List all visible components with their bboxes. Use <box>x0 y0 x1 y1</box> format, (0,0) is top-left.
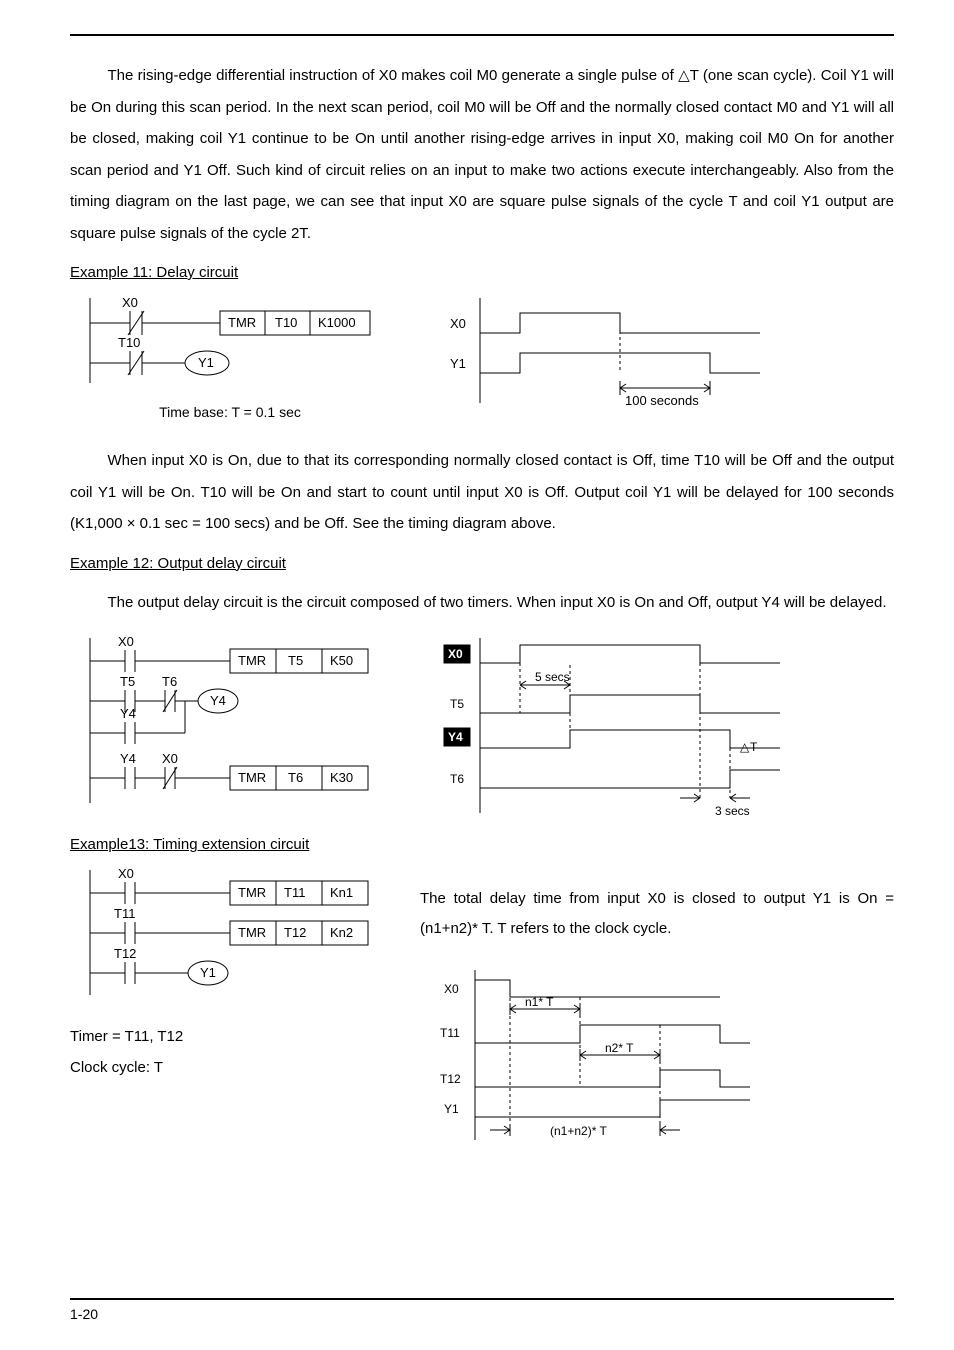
ex13-r2-i2: Kn2 <box>330 925 353 940</box>
ex12-r2-c1: T5 <box>120 674 135 689</box>
timing-ex11-label-x0: X0 <box>450 316 466 331</box>
timing-ex11-label-y1: Y1 <box>450 356 466 371</box>
ladder-ex13: X0 TMR T11 Kn1 T11 TMR T12 Kn2 <box>70 865 390 1082</box>
timing-ex13-n3: (n1+n2)* T <box>550 1124 607 1138</box>
example-11-title: Example 11: Delay circuit <box>70 264 894 281</box>
intro-paragraph: The rising-edge differential instruction… <box>70 60 894 249</box>
page-footer: 1-20 <box>70 1298 894 1322</box>
top-rule <box>70 34 894 36</box>
timing-ex11: X0 Y1 100 seconds <box>420 293 894 418</box>
ex12-r3-c1: Y4 <box>120 751 136 766</box>
ex12-r2-c2: T6 <box>162 674 177 689</box>
example-13-title: Example13: Timing extension circuit <box>70 836 894 853</box>
ex12-r2-or: Y4 <box>120 706 136 721</box>
page-number: 1-20 <box>70 1306 98 1322</box>
ex13-r3-c: T12 <box>114 946 136 961</box>
ex11-r1-i1: T10 <box>275 315 297 330</box>
ex12-r1-i0: TMR <box>238 653 266 668</box>
ex12-r2-coil: Y4 <box>210 693 226 708</box>
svg-text:△: △ <box>740 740 750 754</box>
page: The rising-edge differential instruction… <box>0 0 954 1350</box>
example-13-right: The total delay time from input X0 is cl… <box>420 865 894 1150</box>
timing-ex13-r1: T11 <box>440 1026 460 1040</box>
ex12-r1-i1: T5 <box>288 653 303 668</box>
ex11-r1-contact: X0 <box>122 295 138 310</box>
ex13-r2-i1: T12 <box>284 925 306 940</box>
timing-ex12-r1: T5 <box>450 697 464 711</box>
ex11-r1-i2: K1000 <box>318 315 356 330</box>
ex13-r1-i2: Kn1 <box>330 885 353 900</box>
ex13-timer-line: Timer = T11, T12 <box>70 1023 390 1052</box>
timing-ex12-r0: X0 <box>448 647 463 661</box>
ex13-r2-i0: TMR <box>238 925 266 940</box>
ex12-r3-i0: TMR <box>238 770 266 785</box>
example-12-figures: X0 TMR T5 K50 T5 T6 Y4 <box>70 633 894 828</box>
ex13-r2-c: T11 <box>114 906 135 921</box>
ladder-ex12: X0 TMR T5 K50 T5 T6 Y4 <box>70 633 390 813</box>
ex12-r1-i2: K50 <box>330 653 353 668</box>
example-11-figures: X0 TMR T10 K1000 T10 Y1 Time <box>70 293 894 430</box>
timing-ex13-r3: Y1 <box>444 1102 459 1116</box>
timing-ex13-r2: T12 <box>440 1072 461 1086</box>
example-13-figures: X0 TMR T11 Kn1 T11 TMR T12 Kn2 <box>70 865 894 1150</box>
example-12-title: Example 12: Output delay circuit <box>70 555 894 572</box>
ex11-r2-contact: T10 <box>118 335 140 350</box>
ex13-r3-coil: Y1 <box>200 965 216 980</box>
ex13-paragraph: The total delay time from input X0 is cl… <box>420 884 894 944</box>
ex13-r1-i0: TMR <box>238 885 266 900</box>
timing-ex13-n1: n1* T <box>525 995 554 1009</box>
ex13-clock-line: Clock cycle: T <box>70 1054 390 1083</box>
ex12-r3-i2: K30 <box>330 770 353 785</box>
timing-ex13-r0: X0 <box>444 982 459 996</box>
ex11-r1-i0: TMR <box>228 315 256 330</box>
timing-ex12-note-bottom: 3 secs <box>715 804 750 818</box>
timing-ex12-r2: Y4 <box>448 730 463 744</box>
timing-ex13-n2: n2* T <box>605 1041 634 1055</box>
timing-ex12: X0 5 secs T5 Y4 △ T T6 <box>420 633 894 828</box>
timing-ex12-r3: T6 <box>450 772 464 786</box>
ex11-r2-coil: Y1 <box>198 355 214 370</box>
ex12-r3-i1: T6 <box>288 770 303 785</box>
ex12-r3-c2: X0 <box>162 751 178 766</box>
timing-ex11-note: 100 seconds <box>625 393 699 408</box>
ex11-caption: Time base: T = 0.1 sec <box>70 404 390 420</box>
timing-ex12-note-right: T <box>750 740 758 754</box>
ex12-paragraph: The output delay circuit is the circuit … <box>70 587 894 619</box>
ex11-paragraph: When input X0 is On, due to that its cor… <box>70 445 894 540</box>
ex13-r1-c: X0 <box>118 866 134 881</box>
ex13-r1-i1: T11 <box>284 885 305 900</box>
ex12-r1-c: X0 <box>118 634 134 649</box>
ladder-ex11: X0 TMR T10 K1000 T10 Y1 Time <box>70 293 390 430</box>
